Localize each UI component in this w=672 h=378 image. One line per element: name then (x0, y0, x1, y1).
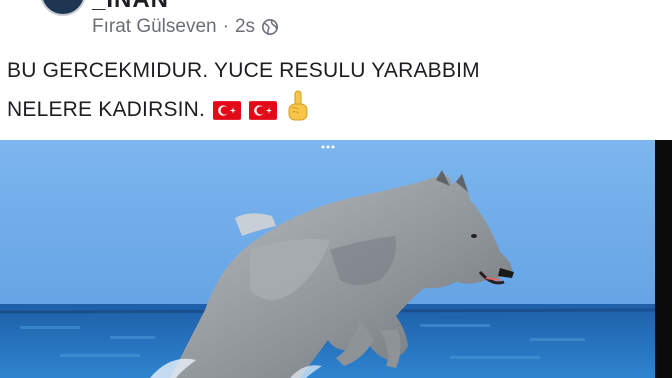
meta-separator: · (222, 16, 229, 37)
post-text-line-1: BU GERCEKMIDUR. YUCE RESULU YARABBIM (7, 59, 480, 82)
post-meta: Fırat Gülseven · 2s (92, 16, 279, 38)
post-photo[interactable] (0, 140, 672, 378)
globe-icon[interactable] (261, 18, 279, 36)
wolf-sea-image (0, 140, 672, 378)
index-pointing-up-icon (288, 90, 308, 121)
post-time[interactable]: 2s (235, 16, 255, 38)
author-name[interactable]: Fırat Gülseven (92, 16, 217, 38)
group-name[interactable]: _İNAN (92, 0, 169, 14)
avatar[interactable] (40, 0, 86, 16)
post-text-line-2-text: NELERE KADIRSIN. (7, 98, 206, 121)
turkey-flag-icon (213, 101, 242, 120)
post-text-line-2: NELERE KADIRSIN. (7, 90, 647, 129)
turkey-flag-icon (249, 101, 278, 120)
post-header: _İNAN Fırat Gülseven · 2s BU GERCEKMIDUR… (0, 0, 672, 140)
post-text: BU GERCEKMIDUR. YUCE RESULU YARABBIM NEL… (7, 52, 647, 129)
